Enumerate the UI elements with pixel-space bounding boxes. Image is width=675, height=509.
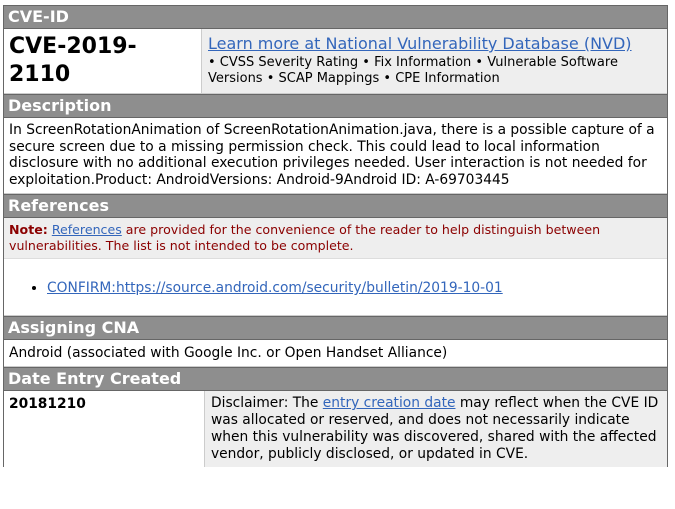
references-list: CONFIRM:https://source.android.com/secur…	[9, 279, 662, 297]
reference-link[interactable]: CONFIRM:https://source.android.com/secur…	[47, 280, 503, 296]
date-entry-row: 20181210 Disclaimer: The entry creation …	[4, 391, 667, 467]
nvd-link[interactable]: Learn more at National Vulnerability Dat…	[208, 33, 661, 54]
nvd-info-cell: Learn more at National Vulnerability Dat…	[202, 29, 667, 93]
list-item: CONFIRM:https://source.android.com/secur…	[47, 279, 662, 297]
date-disclaimer: Disclaimer: The entry creation date may …	[205, 391, 667, 467]
description-header: Description	[4, 94, 667, 118]
cve-id-value: CVE-2019-2110	[4, 29, 202, 93]
cve-id-header: CVE-ID	[4, 6, 667, 29]
cve-record-table: CVE-ID CVE-2019-2110 Learn more at Natio…	[3, 5, 668, 467]
references-note-link[interactable]: References	[52, 222, 122, 237]
disclaimer-text-pre: Disclaimer: The	[211, 395, 323, 411]
assigning-cna-header: Assigning CNA	[4, 316, 667, 340]
date-entry-header: Date Entry Created	[4, 367, 667, 391]
cve-id-row: CVE-2019-2110 Learn more at National Vul…	[4, 29, 667, 94]
references-note: Note: References are provided for the co…	[4, 218, 667, 259]
nvd-features-text: • CVSS Severity Rating • Fix Information…	[208, 55, 618, 86]
references-list-cell: CONFIRM:https://source.android.com/secur…	[4, 259, 667, 316]
date-entry-value: 20181210	[4, 391, 205, 467]
note-label: Note:	[9, 222, 48, 237]
references-header: References	[4, 194, 667, 218]
description-text: In ScreenRotationAnimation of ScreenRota…	[4, 118, 667, 194]
entry-creation-date-link[interactable]: entry creation date	[323, 395, 456, 411]
assigning-cna-text: Android (associated with Google Inc. or …	[4, 340, 667, 367]
